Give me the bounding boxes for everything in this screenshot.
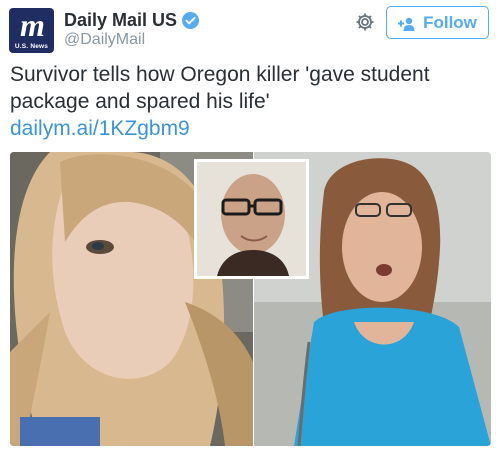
avatar-logo-subtitle: U.S. News bbox=[14, 43, 49, 50]
name-row[interactable]: Daily Mail US bbox=[64, 9, 200, 31]
tweet-text: Survivor tells how Oregon killer 'gave s… bbox=[10, 63, 430, 113]
follow-button[interactable]: Follow bbox=[386, 6, 489, 39]
display-name[interactable]: Daily Mail US bbox=[64, 10, 177, 31]
tweet-header: m U.S. News Daily Mail US @DailyMail Fol… bbox=[0, 0, 500, 56]
verified-badge-icon bbox=[182, 11, 200, 29]
tweet-media[interactable] bbox=[10, 152, 491, 446]
avatar-logo-letter: m bbox=[20, 8, 45, 43]
account-handle[interactable]: @DailyMail bbox=[64, 31, 145, 49]
gear-icon[interactable] bbox=[354, 11, 376, 33]
photo-shooter[interactable] bbox=[194, 159, 309, 279]
avatar[interactable]: m U.S. News bbox=[9, 8, 54, 53]
tweet-link[interactable]: dailym.ai/1KZgbm9 bbox=[10, 115, 190, 142]
add-user-icon bbox=[398, 16, 416, 31]
follow-button-label: Follow bbox=[423, 12, 477, 32]
